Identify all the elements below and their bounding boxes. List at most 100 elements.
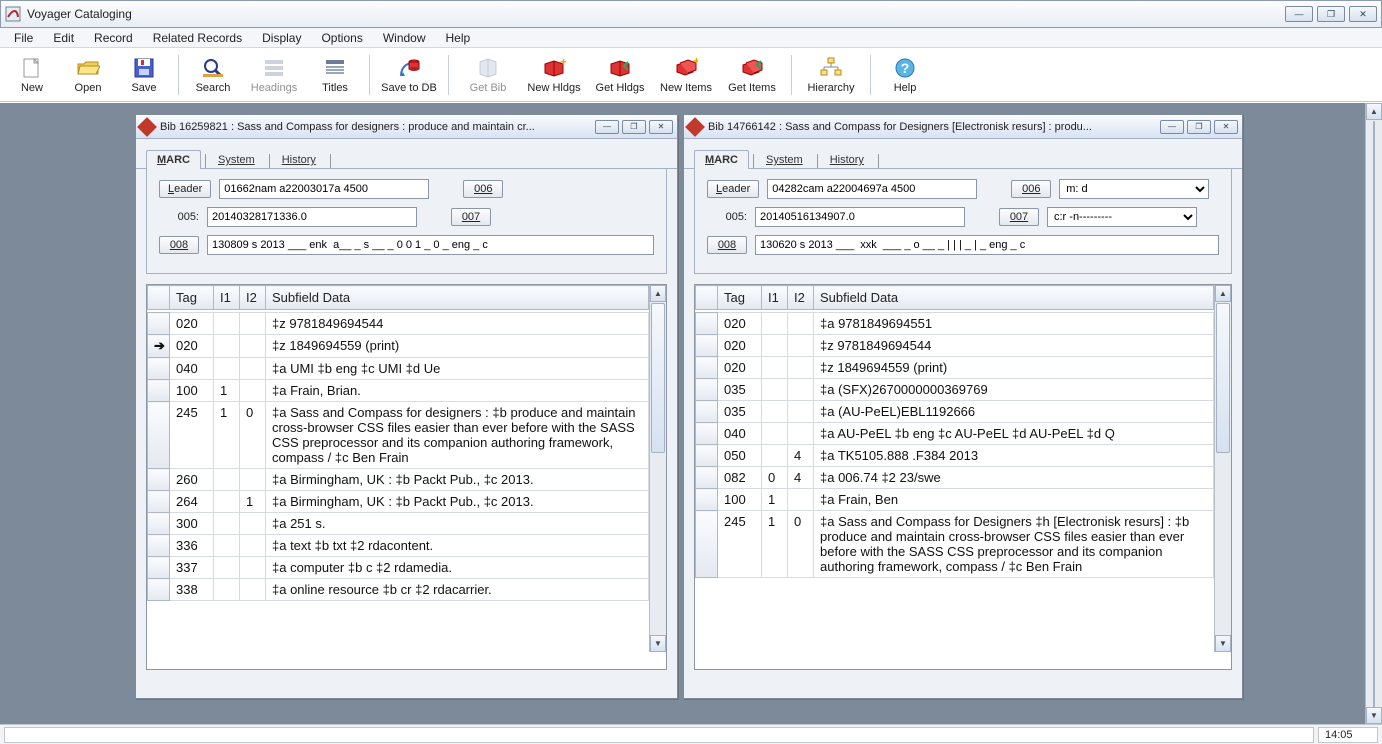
row-selector[interactable] (696, 423, 718, 445)
cell-data[interactable]: ‡a AU-PeEL ‡b eng ‡c AU-PeEL ‡d AU-PeEL … (814, 423, 1214, 445)
cell-data[interactable]: ‡a TK5105.888 .F384 2013 (814, 445, 1214, 467)
col-subfield[interactable]: Subfield Data (814, 286, 1214, 310)
close-button[interactable]: ✕ (1349, 6, 1377, 22)
leader-button[interactable]: Leader (707, 180, 759, 198)
table-row[interactable]: 24510‡a Sass and Compass for designers :… (148, 402, 649, 469)
leader-button[interactable]: Leader (159, 180, 211, 198)
cell-data[interactable]: ‡a Sass and Compass for Designers ‡h [El… (814, 511, 1214, 578)
cell-data[interactable]: ‡a Frain, Ben (814, 489, 1214, 511)
cell-i2[interactable] (788, 489, 814, 511)
table-row[interactable]: 1001‡a Frain, Ben (696, 489, 1214, 511)
cell-tag[interactable]: 040 (718, 423, 762, 445)
cell-data[interactable]: ‡z 9781849694544 (266, 313, 649, 335)
table-row[interactable]: 260‡a Birmingham, UK : ‡b Packt Pub., ‡c… (148, 469, 649, 491)
scroll-down-icon[interactable]: ▼ (650, 635, 666, 652)
cell-i2[interactable] (788, 379, 814, 401)
cell-i2[interactable] (788, 357, 814, 379)
child-maximize-button[interactable]: ❐ (1187, 120, 1211, 134)
table-row[interactable]: 020‡z 9781849694544 (696, 335, 1214, 357)
menu-edit[interactable]: Edit (45, 29, 82, 47)
cell-i2[interactable]: 1 (240, 491, 266, 513)
row-selector[interactable] (148, 469, 170, 491)
cell-i2[interactable]: 0 (240, 402, 266, 469)
cell-tag[interactable]: 020 (718, 335, 762, 357)
select-006[interactable]: m: d (1059, 179, 1209, 199)
cell-i2[interactable] (240, 358, 266, 380)
input-008[interactable] (207, 235, 654, 255)
btn-006[interactable]: 006 (1011, 180, 1051, 198)
cell-i1[interactable] (762, 401, 788, 423)
cell-i2[interactable] (788, 335, 814, 357)
menu-record[interactable]: Record (86, 29, 141, 47)
toolbar-get-hldgs[interactable]: Get Hldgs (589, 51, 651, 99)
cell-tag[interactable]: 337 (170, 557, 214, 579)
grid-vscroll[interactable]: ▲▼ (649, 285, 666, 652)
cell-i1[interactable]: 1 (214, 380, 240, 402)
cell-i2[interactable] (240, 579, 266, 601)
child-close-button[interactable]: ✕ (1214, 120, 1238, 134)
cell-i2[interactable]: 0 (788, 511, 814, 578)
cell-i2[interactable] (240, 335, 266, 358)
table-row[interactable]: 337 ‡a computer ‡b c ‡2 rdamedia. (148, 557, 649, 579)
row-selector[interactable] (148, 535, 170, 557)
table-row[interactable]: 0504‡a TK5105.888 .F384 2013 (696, 445, 1214, 467)
cell-i1[interactable] (762, 313, 788, 335)
input-005[interactable] (207, 207, 417, 227)
row-selector[interactable] (696, 313, 718, 335)
btn-006[interactable]: 006 (463, 180, 503, 198)
cell-tag[interactable]: 300 (170, 513, 214, 535)
cell-i1[interactable] (762, 335, 788, 357)
table-row[interactable]: 020‡z 9781849694544 (148, 313, 649, 335)
table-row[interactable]: 1001‡a Frain, Brian. (148, 380, 649, 402)
tab-system[interactable]: System (208, 151, 265, 169)
input-005[interactable] (755, 207, 965, 227)
cell-data[interactable]: ‡z 1849694559 (print) (266, 335, 649, 358)
table-row[interactable]: 035‡a (SFX)2670000000369769 (696, 379, 1214, 401)
cell-tag[interactable]: 245 (170, 402, 214, 469)
cell-data[interactable]: ‡a computer ‡b c ‡2 rdamedia. (266, 557, 649, 579)
table-row[interactable]: 336‡a text ‡b txt ‡2 rdacontent. (148, 535, 649, 557)
input-008[interactable] (755, 235, 1219, 255)
cell-i1[interactable]: 1 (762, 511, 788, 578)
btn-007[interactable]: 007 (451, 208, 491, 226)
toolbar-open[interactable]: Open (62, 51, 114, 99)
mdi-vscroll[interactable]: ▲ ▼ (1365, 103, 1382, 724)
scroll-up-icon[interactable]: ▲ (1215, 285, 1231, 302)
cell-data[interactable]: ‡a Birmingham, UK : ‡b Packt Pub., ‡c 20… (266, 491, 649, 513)
table-row[interactable]: 040‡a UMI ‡b eng ‡c UMI ‡d Ue (148, 358, 649, 380)
cell-i2[interactable] (240, 557, 266, 579)
cell-i2[interactable] (240, 313, 266, 335)
row-selector[interactable] (696, 401, 718, 423)
cell-data[interactable]: ‡z 1849694559 (print) (814, 357, 1214, 379)
btn-008[interactable]: 008 (159, 236, 199, 254)
cell-tag[interactable]: 264 (170, 491, 214, 513)
cell-tag[interactable]: 082 (718, 467, 762, 489)
row-selector[interactable] (696, 357, 718, 379)
row-selector[interactable] (696, 445, 718, 467)
table-row[interactable]: 020‡a 9781849694551 (696, 313, 1214, 335)
col-i2[interactable]: I2 (788, 286, 814, 310)
row-selector[interactable] (148, 491, 170, 513)
cell-data[interactable]: ‡a Birmingham, UK : ‡b Packt Pub., ‡c 20… (266, 469, 649, 491)
scroll-down-icon[interactable]: ▼ (1215, 635, 1231, 652)
tab-history[interactable]: History (820, 151, 874, 169)
toolbar-search[interactable]: Search (187, 51, 239, 99)
row-selector[interactable] (148, 579, 170, 601)
cell-tag[interactable]: 035 (718, 401, 762, 423)
menu-related-records[interactable]: Related Records (145, 29, 250, 47)
row-selector[interactable] (148, 402, 170, 469)
col-i1[interactable]: I1 (214, 286, 240, 310)
menu-window[interactable]: Window (375, 29, 434, 47)
cell-i1[interactable] (762, 445, 788, 467)
cell-i2[interactable] (788, 423, 814, 445)
row-selector[interactable] (696, 511, 718, 578)
cell-i1[interactable] (214, 513, 240, 535)
cell-tag[interactable]: 100 (170, 380, 214, 402)
scroll-up-icon[interactable]: ▲ (1366, 103, 1382, 120)
scroll-up-icon[interactable]: ▲ (650, 285, 666, 302)
cell-i1[interactable] (762, 423, 788, 445)
child-maximize-button[interactable]: ❐ (622, 120, 646, 134)
cell-i1[interactable] (762, 357, 788, 379)
table-row[interactable]: 264 1‡a Birmingham, UK : ‡b Packt Pub., ‡… (148, 491, 649, 513)
cell-i1[interactable] (214, 579, 240, 601)
